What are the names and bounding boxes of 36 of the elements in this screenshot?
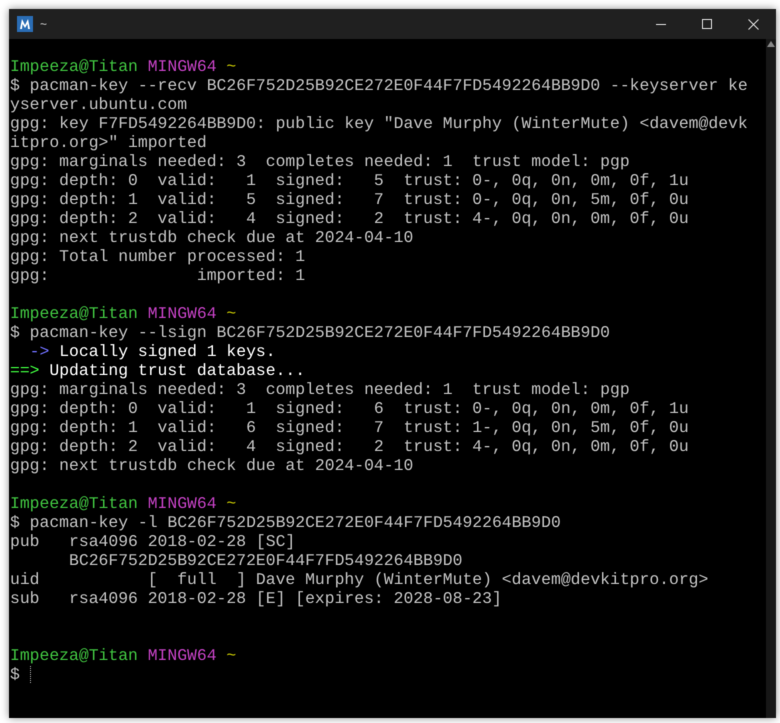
output-line: pub rsa4096 2018-02-28 [SC] bbox=[10, 532, 296, 551]
output-line: sub rsa4096 2018-02-28 [E] [expires: 2028-08-23] bbox=[10, 589, 502, 608]
output-line: gpg: imported: 1 bbox=[10, 266, 306, 285]
command-line: $ pacman-key --recv BC26F752D25B92CE272E0F44F7FD5492264BB9D0 --keyserver ke bbox=[10, 76, 748, 95]
output-line: gpg: Total number processed: 1 bbox=[10, 247, 306, 266]
maximize-icon bbox=[702, 19, 712, 29]
output-line: gpg: depth: 0 valid: 1 signed: 5 trust: 0-, 0q, 0n, 0m, 0f, 1u bbox=[10, 171, 689, 190]
close-icon bbox=[748, 18, 758, 30]
output-line: gpg: depth: 1 valid: 5 signed: 7 trust: 0-, 0q, 0n, 5m, 0f, 0u bbox=[10, 190, 689, 209]
output-line: -> Locally signed 1 keys. bbox=[28, 342, 276, 361]
output-line: gpg: key F7FD5492264BB9D0: public key "Dave Murphy (WinterMute) <davem@devk bbox=[10, 114, 748, 133]
output-line: gpg: depth: 2 valid: 4 signed: 2 trust: 4-, 0q, 0n, 0m, 0f, 0u bbox=[10, 209, 689, 228]
output-line: ==> Updating trust database... bbox=[10, 361, 306, 380]
prompt-line: Impeeza@Titan MINGW64 ~ bbox=[10, 304, 236, 323]
output-line: gpg: depth: 0 valid: 1 signed: 6 trust: 0-, 0q, 0n, 0m, 0f, 1u bbox=[10, 399, 689, 418]
output-line: gpg: marginals needed: 3 completes needed: 1 trust model: pgp bbox=[10, 152, 630, 171]
scroll-up-icon[interactable] bbox=[767, 41, 775, 47]
scrollbar[interactable] bbox=[766, 39, 776, 718]
command-line: $ pacman-key --lsign BC26F752D25B92CE272E0F44F7FD5492264BB9D0 bbox=[10, 323, 610, 342]
output-line: gpg: depth: 1 valid: 6 signed: 7 trust: 1-, 0q, 0n, 5m, 0f, 0u bbox=[10, 418, 689, 437]
command-line: yserver.ubuntu.com bbox=[10, 95, 188, 114]
command-line: $ pacman-key -l BC26F752D25B92CE272E0F44F7FD5492264BB9D0 bbox=[10, 513, 561, 532]
output-line: BC26F752D25B92CE272E0F44F7FD5492264BB9D0 bbox=[68, 551, 462, 570]
text-cursor bbox=[30, 666, 31, 683]
window-title: ~ bbox=[40, 16, 48, 33]
prompt-line: Impeeza@Titan MINGW64 ~ bbox=[10, 494, 236, 513]
app-icon bbox=[17, 16, 33, 32]
output-line: gpg: next trustdb check due at 2024-04-10 bbox=[10, 228, 414, 247]
output-line: itpro.org>" imported bbox=[10, 133, 207, 152]
output-line: gpg: marginals needed: 3 completes needed: 1 trust model: pgp bbox=[10, 380, 630, 399]
output-line: gpg: next trustdb check due at 2024-04-10 bbox=[10, 456, 414, 475]
prompt-line: Impeeza@Titan MINGW64 ~ bbox=[10, 646, 236, 665]
prompt-line: Impeeza@Titan MINGW64 ~ bbox=[10, 57, 236, 76]
output-line: gpg: depth: 2 valid: 4 signed: 2 trust: 4-, 0q, 0n, 0m, 0f, 0u bbox=[10, 437, 689, 456]
command-line: $ bbox=[10, 665, 21, 684]
output-line: uid [ full ] Dave Murphy (WinterMute) <davem@devkitpro.org> bbox=[10, 570, 708, 589]
